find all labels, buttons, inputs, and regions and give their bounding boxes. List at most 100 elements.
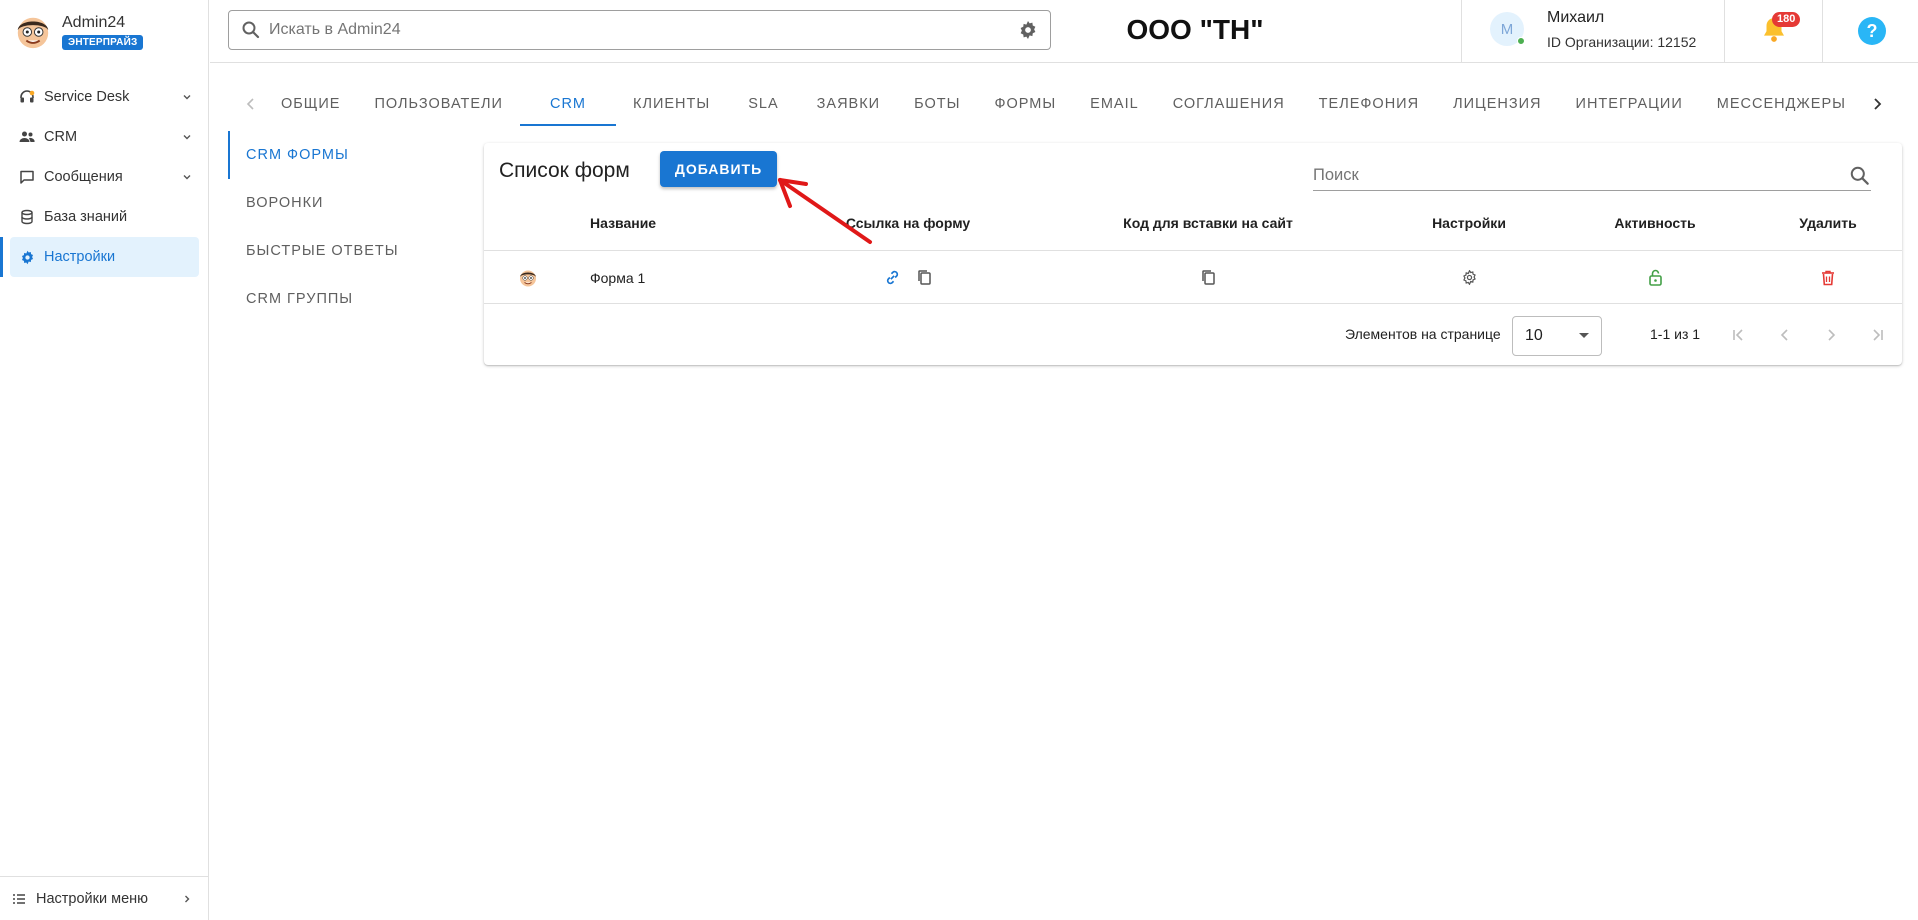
active-cell (1646, 251, 1664, 304)
plan-badge: ЭНТЕРПРАЙЗ (62, 35, 144, 50)
global-search-input[interactable]: Искать в Admin24 (228, 10, 1051, 50)
brand[interactable]: Admin24 ЭНТЕРПРАЙЗ (14, 10, 144, 54)
top-header: Искать в Admin24 ООО "ТН" М Михаил ID Ор… (210, 0, 1918, 63)
chevron-right-icon (1874, 98, 1882, 110)
tab-messengers[interactable]: МЕССЕНДЖЕРЫ (1700, 82, 1863, 126)
forms-card: Список форм ДОБАВИТЬ Поиск Название Ссыл… (484, 143, 1902, 365)
chat-icon (19, 169, 35, 185)
form-name: Форма 1 (590, 269, 646, 286)
gear-icon (19, 249, 35, 265)
sidebar-item-label: Настройки (44, 249, 116, 265)
header-divider (1461, 0, 1462, 63)
tab-agreements[interactable]: СОГЛАШЕНИЯ (1156, 82, 1302, 126)
sidebar: Admin24 ЭНТЕРПРАЙЗ Service Desk CRM Сооб… (0, 0, 209, 920)
column-header-active: Активность (1614, 215, 1696, 231)
sidebar-item-settings[interactable]: Настройки (0, 237, 199, 277)
forms-list-title: Список форм (499, 159, 630, 182)
settings-tabs: ОБЩИЕ ПОЛЬЗОВАТЕЛИ CRM КЛИЕНТЫ SLA ЗАЯВК… (238, 82, 1863, 126)
tab-email[interactable]: EMAIL (1073, 82, 1156, 126)
brand-text: Admin24 ЭНТЕРПРАЙЗ (62, 14, 144, 50)
column-header-name[interactable]: Название (590, 215, 656, 231)
column-header-link: Ссылка на форму (845, 215, 971, 231)
last-page-button[interactable] (1865, 323, 1889, 347)
column-header-settings: Настройки (1432, 215, 1506, 231)
svg-text:?: ? (1867, 21, 1878, 41)
chevron-left-icon (246, 98, 254, 110)
tab-clients[interactable]: КЛИЕНТЫ (616, 82, 727, 126)
tab-crm[interactable]: CRM (519, 82, 617, 126)
tab-tickets[interactable]: ЗАЯВКИ (800, 82, 897, 126)
tab-sla[interactable]: SLA (727, 82, 799, 126)
copy-embed-code-icon[interactable] (1199, 269, 1217, 287)
search-settings-gear-icon[interactable] (1018, 20, 1038, 40)
headset-icon (19, 89, 35, 105)
dropdown-arrow-icon (1579, 333, 1589, 338)
notifications-badge: 180 (1772, 12, 1801, 27)
forms-search-placeholder: Поиск (1313, 166, 1359, 184)
crm-subnav: CRM ФОРМЫ ВОРОНКИ БЫСТРЫЕ ОТВЕТЫ CRM ГРУ… (228, 131, 458, 323)
sidebar-item-service-desk[interactable]: Service Desk (0, 77, 209, 117)
per-page-value: 10 (1525, 327, 1543, 344)
tab-forms[interactable]: ФОРМЫ (977, 82, 1073, 126)
subnav-crm-groups[interactable]: CRM ГРУППЫ (228, 275, 458, 323)
chevron-right-icon (185, 895, 190, 902)
forms-table-header: Название Ссылка на форму Код для вставки… (484, 197, 1902, 251)
brand-name: Admin24 (62, 14, 126, 31)
sidebar-item-label: Service Desk (44, 89, 130, 105)
sidebar-item-label: Сообщения (44, 169, 123, 185)
tab-integrations[interactable]: ИНТЕГРАЦИИ (1559, 82, 1700, 126)
page-range: 1-1 из 1 (1650, 326, 1701, 342)
next-page-button[interactable] (1819, 323, 1843, 347)
form-avatar-icon (520, 270, 536, 286)
per-page-label: Элементов на странице (1345, 326, 1501, 342)
user-avatar[interactable]: М (1490, 12, 1525, 46)
header-divider (1822, 0, 1823, 63)
menu-settings-label: Настройки меню (36, 890, 149, 907)
column-header-embed: Код для вставки на сайт (1123, 215, 1293, 231)
subnav-crm-forms[interactable]: CRM ФОРМЫ (228, 131, 458, 179)
first-page-icon (1733, 329, 1743, 341)
tab-users[interactable]: ПОЛЬЗОВАТЕЛИ (357, 82, 519, 126)
form-link-cell (883, 251, 933, 304)
form-name-cell: Форма 1 (590, 251, 645, 304)
user-name[interactable]: Михаил (1547, 9, 1604, 27)
chevron-down-icon (183, 95, 191, 100)
table-row[interactable]: Форма 1 (484, 251, 1902, 304)
sidebar-item-label: База знаний (44, 209, 128, 225)
delete-cell (1819, 251, 1837, 304)
search-icon (1850, 166, 1869, 185)
per-page-select[interactable]: 10 (1512, 316, 1602, 356)
sidebar-item-label: CRM (44, 129, 78, 145)
search-placeholder: Искать в Admin24 (269, 21, 401, 38)
subnav-quick-replies[interactable]: БЫСТРЫЕ ОТВЕТЫ (228, 227, 458, 275)
tabs-scroll-right-button[interactable] (1864, 82, 1890, 126)
copy-link-icon[interactable] (915, 269, 933, 287)
tabs-scroll-left-button[interactable] (238, 82, 264, 126)
form-settings-gear-icon[interactable] (1460, 269, 1478, 287)
form-avatar (518, 251, 538, 304)
last-page-icon (1873, 329, 1883, 341)
embed-code-cell (1199, 251, 1217, 304)
first-page-button[interactable] (1727, 323, 1751, 347)
sidebar-item-crm[interactable]: CRM (0, 117, 209, 157)
previous-page-button[interactable] (1773, 323, 1797, 347)
chevron-right-icon (1828, 329, 1836, 341)
header-divider (1724, 0, 1725, 63)
help-icon[interactable]: ? (1857, 16, 1887, 46)
menu-settings-button[interactable]: Настройки меню (0, 876, 209, 920)
trash-icon[interactable] (1819, 269, 1837, 287)
search-icon (242, 21, 260, 39)
people-icon (19, 129, 35, 145)
tab-license[interactable]: ЛИЦЕНЗИЯ (1436, 82, 1558, 126)
organization-id: ID Организации: 12152 (1547, 34, 1697, 50)
tab-telephony[interactable]: ТЕЛЕФОНИЯ (1302, 82, 1436, 126)
tab-general[interactable]: ОБЩИЕ (264, 82, 357, 126)
add-form-button[interactable]: ДОБАВИТЬ (660, 151, 777, 187)
sidebar-item-knowledge-base[interactable]: База знаний (0, 197, 209, 237)
link-icon[interactable] (883, 269, 901, 287)
subnav-funnels[interactable]: ВОРОНКИ (228, 179, 458, 227)
forms-search-input[interactable]: Поиск (1313, 161, 1871, 191)
sidebar-item-messages[interactable]: Сообщения (0, 157, 209, 197)
tab-bots[interactable]: БОТЫ (897, 82, 977, 126)
unlock-icon[interactable] (1646, 269, 1664, 287)
